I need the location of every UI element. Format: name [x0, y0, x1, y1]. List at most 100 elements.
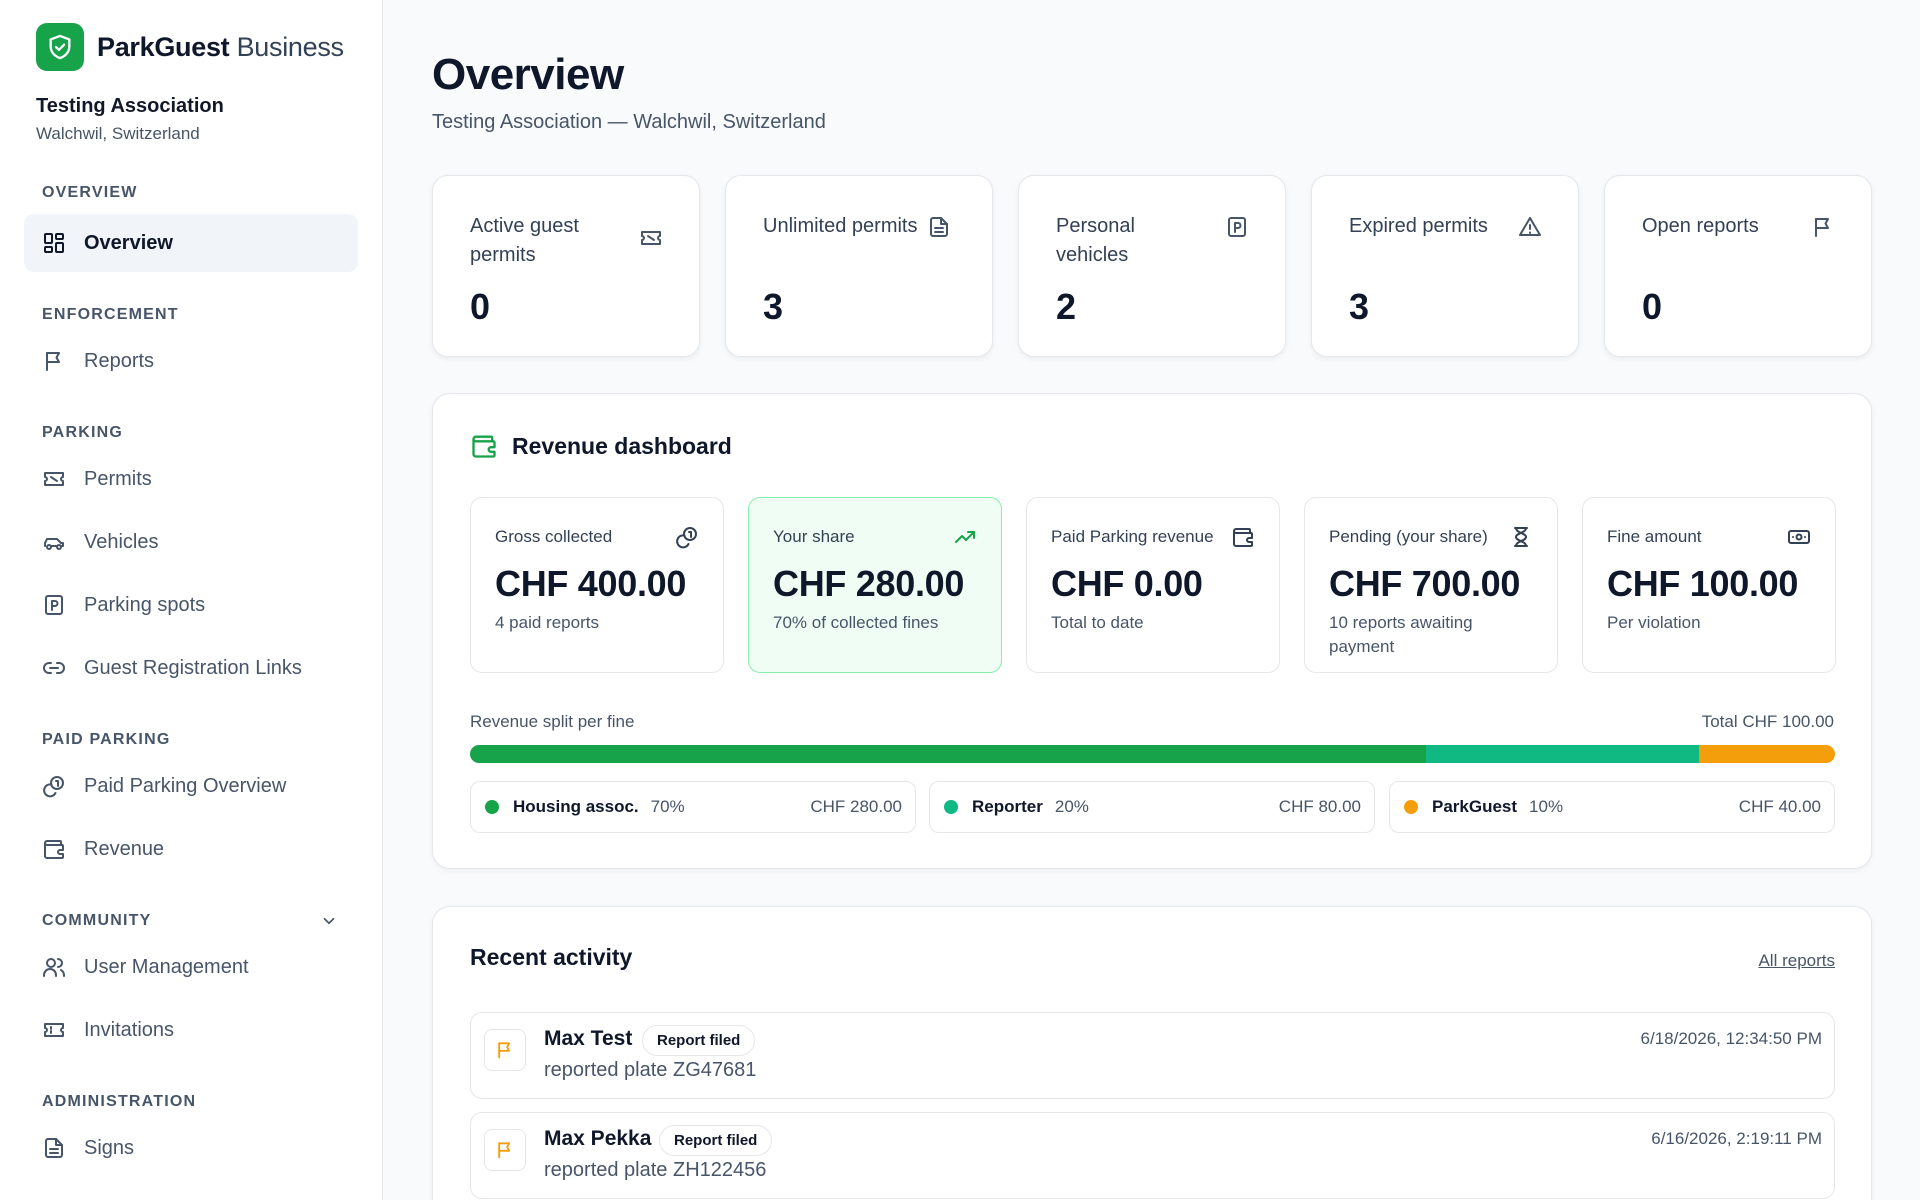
- flag-icon: [1815, 218, 1829, 237]
- sidebar-item-label: Vehicles: [84, 530, 159, 553]
- sidebar-item-label: Guest Registration Links: [84, 656, 302, 679]
- wallet-icon: [472, 435, 496, 458]
- stat-card-expired-permits[interactable]: Expired permits 3: [1311, 175, 1579, 357]
- revenue-card-note: 10 reports awaiting payment: [1329, 613, 1473, 656]
- legend-name: Housing assoc.: [513, 797, 639, 816]
- revenue-card-note: 4 paid reports: [495, 613, 599, 632]
- revenue-split-label: Revenue split per fine: [470, 712, 635, 731]
- revenue-card-gross-collected[interactable]: Gross collected CHF 400.00 4 paid report…: [470, 497, 724, 673]
- section-parking: Parking: [42, 424, 358, 442]
- shield-icon: [36, 23, 84, 71]
- stat-value: 0: [470, 286, 491, 327]
- status-badge: Report filed: [659, 1125, 773, 1156]
- parking-icon: [1228, 217, 1246, 237]
- sidebar-item-parking-spots[interactable]: Parking spots: [24, 576, 358, 634]
- sidebar-item-label: Invitations: [84, 1018, 175, 1041]
- split-segment-1: [470, 745, 1426, 763]
- brand-name-bold: ParkGuest: [97, 31, 230, 62]
- sidebar: ParkGuest Business Testing Association W…: [0, 0, 383, 1200]
- stat-card-unlimited-permits[interactable]: Unlimited permits 3: [725, 175, 993, 357]
- stat-card-personal-vehicles[interactable]: Personal vehicles 2: [1018, 175, 1286, 357]
- activity-item[interactable]: Max Pekka Report filed reported plate ZH…: [470, 1112, 1835, 1199]
- revenue-card-paid-parking-revenue[interactable]: Paid Parking revenue CHF 0.00 Total to d…: [1026, 497, 1280, 673]
- revenue-card-note: 70% of collected fines: [773, 613, 939, 632]
- brand-name-light: Business: [236, 31, 344, 62]
- page-subtitle: Testing Association — Walchwil, Switzerl…: [432, 111, 826, 133]
- legend-amount: CHF 40.00: [1738, 797, 1821, 816]
- sidebar-item-revenue[interactable]: Revenue: [24, 820, 358, 878]
- section-community[interactable]: Community: [42, 912, 358, 930]
- sidebar-item-reports[interactable]: Reports: [24, 332, 358, 390]
- activity-item[interactable]: Max Test Report filed reported plate ZG4…: [470, 1012, 1835, 1099]
- legend-amount: CHF 280.00: [810, 797, 902, 816]
- sidebar-item-signs[interactable]: Signs: [24, 1119, 358, 1177]
- legend-percent: 70%: [650, 797, 685, 816]
- revenue-card-value: CHF 700.00: [1329, 563, 1521, 604]
- recent-activity-title: Recent activity: [470, 944, 633, 970]
- sidebar-item-label: User Management: [84, 955, 249, 978]
- revenue-split-header: Revenue split per fine Total CHF 100.00: [470, 712, 1834, 732]
- ticket-icon: [44, 472, 64, 486]
- split-segment-3: [1698, 745, 1835, 763]
- brand[interactable]: ParkGuest Business: [36, 23, 358, 71]
- sidebar-item-paid-parking-overview[interactable]: Paid Parking Overview: [24, 757, 358, 815]
- car-icon: [44, 538, 64, 550]
- section-parking-label: Parking: [42, 424, 123, 441]
- section-paid-parking: Paid Parking: [42, 731, 358, 749]
- ticket-icon: [641, 231, 661, 245]
- users-icon: [43, 958, 65, 977]
- sidebar-item-label: Paid Parking Overview: [84, 774, 287, 797]
- activity-timestamp: 6/16/2026, 2:19:11 PM: [1651, 1129, 1822, 1148]
- revenue-dashboard: Revenue dashboard Gross collected CHF 40…: [432, 393, 1872, 869]
- chevron-down-icon[interactable]: [320, 912, 338, 930]
- sidebar-item-label: Parking spots: [84, 593, 206, 616]
- revenue-card-label: Fine amount: [1607, 527, 1702, 546]
- revenue-title-label: Revenue dashboard: [512, 432, 732, 459]
- revenue-card-value: CHF 280.00: [773, 563, 965, 604]
- sidebar-item-vehicles[interactable]: Vehicles: [24, 513, 358, 571]
- revenue-card-label: Your share: [773, 527, 855, 546]
- stat-card-open-reports[interactable]: Open reports 0: [1604, 175, 1872, 357]
- section-administration: Administration: [42, 1093, 358, 1111]
- activity-description: reported plate ZG47681: [544, 1059, 757, 1081]
- banknote-icon: [1788, 530, 1810, 544]
- sidebar-item-invitations[interactable]: Invitations: [24, 1001, 358, 1059]
- flag-icon: [46, 352, 60, 371]
- wallet-icon: [1233, 528, 1253, 547]
- wallet-icon: [44, 840, 64, 859]
- document-icon: [45, 1138, 63, 1158]
- section-enforcement: Enforcement: [42, 306, 358, 324]
- revenue-card-label: Paid Parking revenue: [1051, 527, 1214, 546]
- section-paid-parking-label: Paid Parking: [42, 731, 171, 748]
- document-icon: [930, 217, 949, 237]
- stat-card-active-guest-permits[interactable]: Active guest permits 0: [432, 175, 700, 357]
- revenue-dashboard-title: Revenue dashboard: [470, 432, 732, 460]
- org-name: Testing Association: [36, 95, 224, 117]
- link-icon: [43, 662, 65, 674]
- activity-description: reported plate ZH122456: [544, 1159, 767, 1181]
- stat-value: 2: [1056, 286, 1077, 327]
- revenue-card-label: Gross collected: [495, 527, 613, 546]
- sidebar-item-overview[interactable]: Overview: [24, 214, 358, 272]
- trending-up-icon: [955, 531, 975, 543]
- sidebar-item-guest-links[interactable]: Guest Registration Links: [24, 639, 358, 697]
- legend-housing-assoc: Housing assoc. 70% CHF 280.00: [470, 781, 916, 833]
- sidebar-item-permits[interactable]: Permits: [24, 450, 358, 508]
- legend-name: ParkGuest: [1432, 797, 1518, 816]
- section-enforcement-label: Enforcement: [42, 306, 179, 323]
- all-reports-link[interactable]: All reports: [1758, 951, 1835, 971]
- activity-timestamp: 6/18/2026, 12:34:50 PM: [1640, 1029, 1822, 1048]
- sidebar-item-user-management[interactable]: User Management: [24, 938, 358, 996]
- legend-name: Reporter: [972, 797, 1043, 816]
- section-administration-label: Administration: [42, 1093, 197, 1110]
- revenue-split-total: Total CHF 100.00: [1701, 712, 1834, 731]
- revenue-card-fine-amount[interactable]: Fine amount CHF 100.00 Per violation: [1582, 497, 1836, 673]
- brand-name: ParkGuest Business: [97, 32, 344, 63]
- coins-icon: [676, 527, 697, 549]
- revenue-card-pending[interactable]: Pending (your share) CHF 700.00 10 repor…: [1304, 497, 1558, 673]
- revenue-card-your-share[interactable]: Your share CHF 280.00 70% of collected f…: [748, 497, 1002, 673]
- sidebar-item-label: Permits: [84, 467, 152, 490]
- sidebar-item-label: Reports: [84, 349, 155, 372]
- sidebar-item-label: Revenue: [84, 837, 165, 860]
- page-title: Overview: [432, 50, 624, 99]
